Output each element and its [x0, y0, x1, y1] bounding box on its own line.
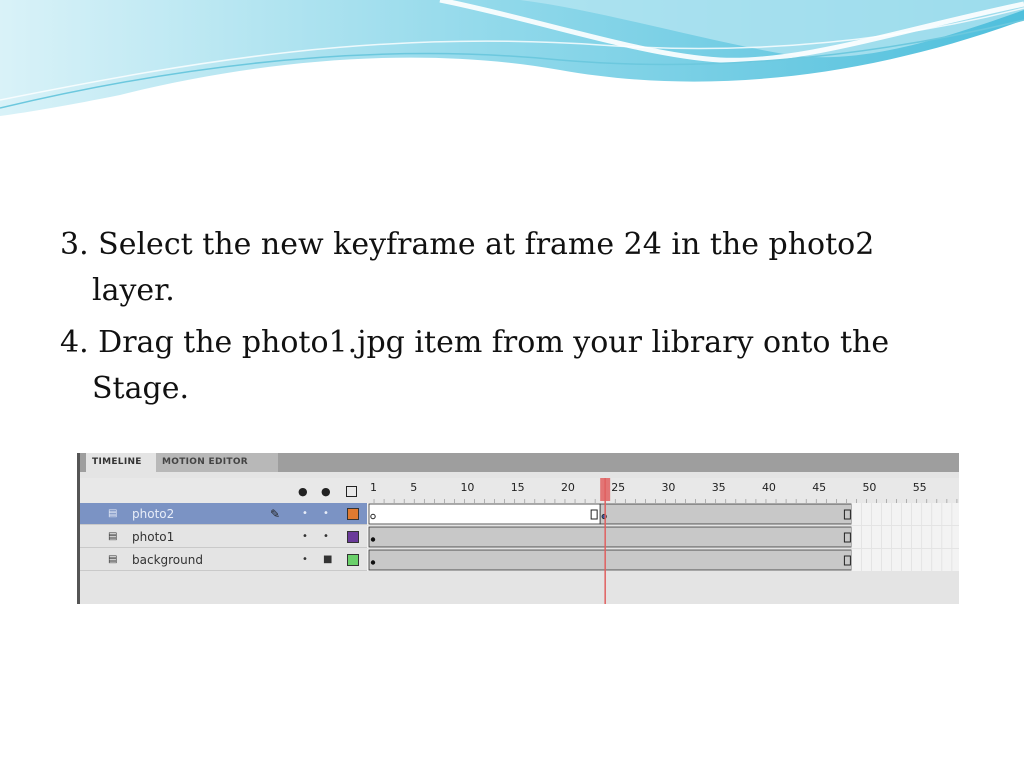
layer-type-icon: ▤: [108, 554, 118, 565]
layer-name[interactable]: background: [132, 549, 203, 571]
pencil-icon: ✎: [270, 507, 281, 521]
frame-number-label: 55: [913, 481, 927, 494]
visibility-toggle[interactable]: •: [302, 549, 308, 571]
timeline-panel: TIMELINE MOTION EDITOR ● ● ▤ photo2 ✎ • • ▤ ph…: [77, 453, 959, 604]
frame-number-label: 25: [611, 481, 625, 494]
visibility-toggle[interactable]: •: [302, 526, 308, 548]
layer-type-icon: ▤: [108, 508, 118, 519]
lock-icon[interactable]: ■: [323, 549, 332, 571]
empty-frame-span[interactable]: [368, 503, 601, 525]
header-wave-decoration: [0, 0, 1024, 116]
slide-body: 3. Select the new keyframe at frame 24 i…: [60, 222, 960, 418]
frame-number-label: 5: [410, 481, 417, 494]
layer-color-swatch[interactable]: [347, 531, 359, 543]
layer-color-swatch[interactable]: [347, 554, 359, 566]
step-3-text: 3. Select the new keyframe at frame 24 i…: [60, 227, 875, 308]
timeline-tab-bar: TIMELINE MOTION EDITOR: [80, 453, 959, 472]
layer-name[interactable]: photo2: [132, 503, 174, 525]
keyframe-dot[interactable]: [370, 537, 376, 542]
lock-toggle[interactable]: •: [323, 526, 329, 548]
layer-row-photo2[interactable]: ▤ photo2 ✎ • •: [80, 503, 367, 525]
filled-frame-span[interactable]: [368, 526, 852, 548]
visibility-toggle[interactable]: •: [302, 503, 308, 525]
frame-number-label: 1: [370, 481, 377, 494]
frame-number-label: 45: [812, 481, 826, 494]
frame-number-label: 35: [712, 481, 726, 494]
step-4-text: 4. Drag the photo1.jpg item from your li…: [60, 325, 890, 406]
frame-number-label: 40: [762, 481, 776, 494]
filled-frame-span[interactable]: [599, 503, 852, 525]
keyframe-dot[interactable]: [370, 560, 376, 565]
layer-row-photo1[interactable]: ▤ photo1 • •: [80, 526, 367, 548]
filled-frame-span[interactable]: [368, 549, 852, 571]
frame-number-label: 50: [862, 481, 876, 494]
tab-timeline[interactable]: TIMELINE: [86, 453, 156, 472]
frame-number-label: 20: [561, 481, 575, 494]
empty-keyframe-dot[interactable]: [370, 513, 376, 520]
layer-name[interactable]: photo1: [132, 526, 174, 548]
frame-number-label: 10: [460, 481, 474, 494]
frame-grid[interactable]: 1 5 10 15 20 25 30 35 40 45 50 55: [367, 478, 959, 604]
layer-color-swatch[interactable]: [347, 508, 359, 520]
timeline-blank-area: [367, 572, 959, 604]
lock-toggle[interactable]: •: [323, 503, 329, 525]
frame-number-label: 15: [511, 481, 525, 494]
layer-row-background[interactable]: ▤ background • ■: [80, 549, 367, 571]
frame-number-label: 30: [661, 481, 675, 494]
layer-type-icon: ▤: [108, 531, 118, 542]
layer-list: ▤ photo2 ✎ • • ▤ photo1 • • ▤ background • ■: [80, 472, 367, 604]
tab-motion-editor[interactable]: MOTION EDITOR: [156, 453, 278, 472]
